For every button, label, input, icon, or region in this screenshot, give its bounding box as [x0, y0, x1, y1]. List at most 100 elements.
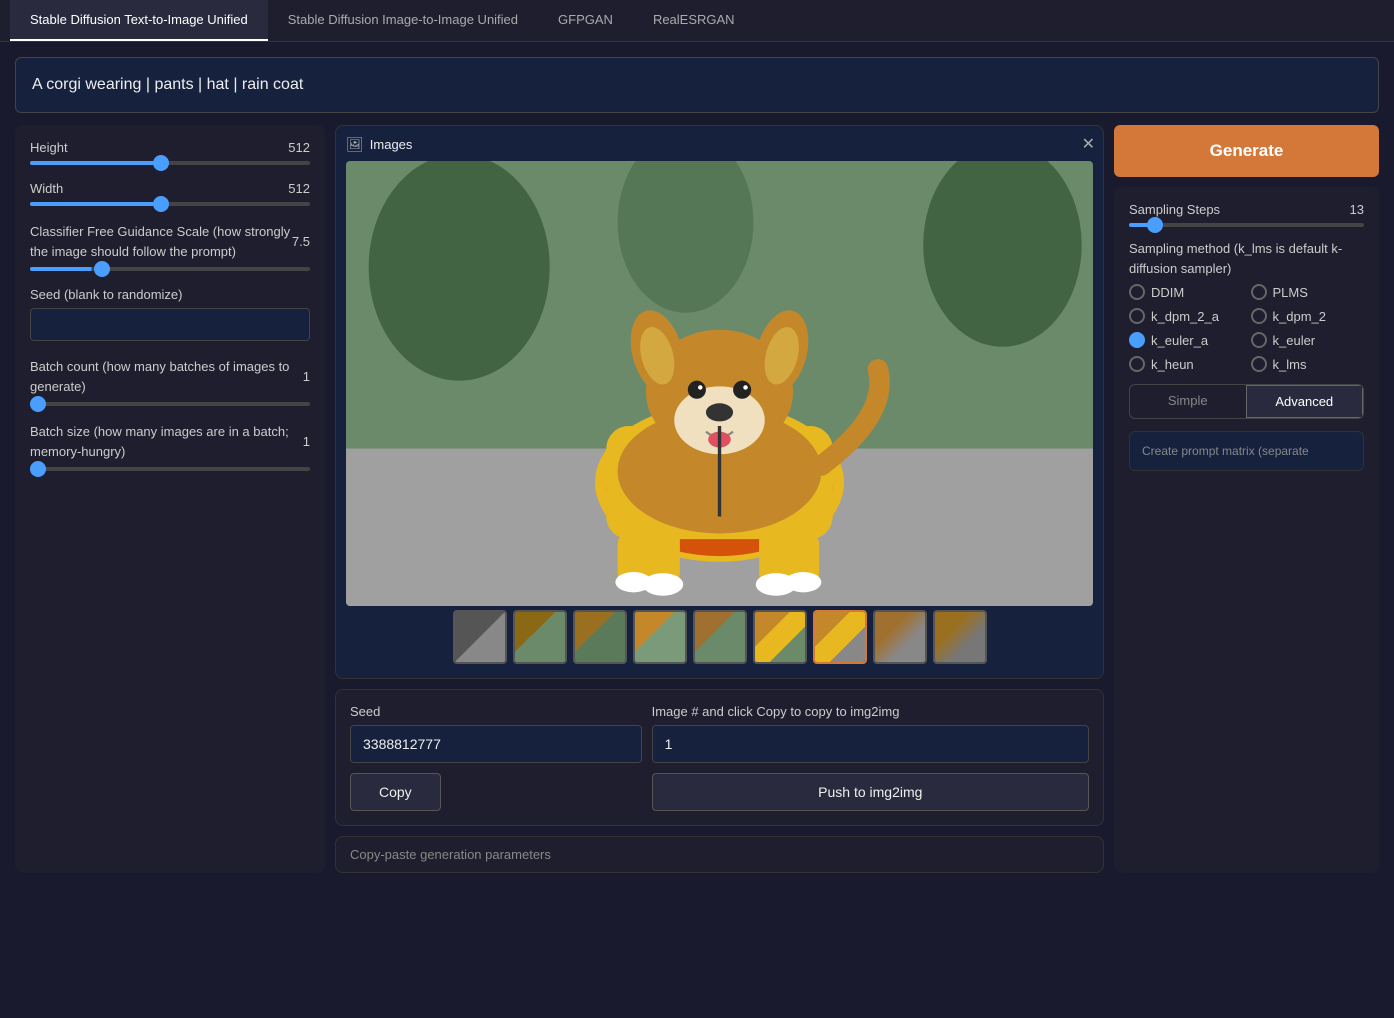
push-img2img-button[interactable]: Push to img2img	[652, 773, 1089, 811]
batch-count-header: Batch count (how many batches of images …	[30, 357, 310, 396]
tab-gfpgan[interactable]: GFPGAN	[538, 0, 633, 41]
create-prompt-text: Create prompt matrix (separate	[1142, 444, 1309, 458]
thumbnail-9[interactable]	[933, 610, 987, 664]
seed-value-input[interactable]	[350, 725, 642, 763]
radio-keuler-label: k_euler	[1273, 333, 1316, 348]
copy-paste-params: Copy-paste generation parameters	[335, 836, 1104, 873]
radio-kdpm2-circle	[1251, 308, 1267, 324]
img2img-section: Image # and click Copy to copy to img2im…	[652, 704, 1089, 811]
image-icon: 🖼	[346, 136, 364, 153]
sampling-steps-value: 13	[1350, 202, 1364, 217]
tab-realesrgan[interactable]: RealESRGAN	[633, 0, 755, 41]
batch-size-label: Batch size (how many images are in a bat…	[30, 422, 303, 461]
sampling-steps-label: Sampling Steps	[1129, 202, 1220, 217]
images-tab-label: Images	[370, 137, 413, 152]
sampling-steps-control: Sampling Steps 13	[1129, 202, 1364, 227]
push-btn-row: Push to img2img	[652, 773, 1089, 811]
radio-klms-label: k_lms	[1273, 357, 1307, 372]
thumbnail-7[interactable]	[813, 610, 867, 664]
radio-kheun[interactable]: k_heun	[1129, 356, 1243, 372]
main-image	[346, 161, 1093, 606]
simple-advanced-tabs: Simple Advanced	[1129, 384, 1364, 419]
width-slider[interactable]	[30, 202, 310, 206]
cfg-header: Classifier Free Guidance Scale (how stro…	[30, 222, 310, 261]
batch-count-slider[interactable]	[30, 402, 310, 406]
seed-section-label: Seed	[350, 704, 642, 719]
generate-button[interactable]: Generate	[1114, 125, 1379, 177]
thumbnail-1[interactable]	[453, 610, 507, 664]
radio-kdpm2[interactable]: k_dpm_2	[1251, 308, 1365, 324]
radio-kdpm2-label: k_dpm_2	[1273, 309, 1326, 324]
radio-plms-label: PLMS	[1273, 285, 1308, 300]
thumbnail-4[interactable]	[633, 610, 687, 664]
thumbnail-3[interactable]	[573, 610, 627, 664]
radio-grid: DDIM PLMS k_dpm_2_a k_dpm_2	[1129, 284, 1364, 372]
corgi-svg	[346, 161, 1093, 606]
image-header: 🖼 Images	[346, 136, 1093, 153]
batch-count-control: Batch count (how many batches of images …	[30, 357, 310, 406]
radio-kdpm2a-circle	[1129, 308, 1145, 324]
thumbnail-5[interactable]	[693, 610, 747, 664]
thumbnails-row	[346, 606, 1093, 668]
sampling-steps-slider[interactable]	[1129, 223, 1364, 227]
seed-input[interactable]	[30, 308, 310, 341]
img2img-label: Image # and click Copy to copy to img2im…	[652, 704, 1089, 719]
advanced-tab[interactable]: Advanced	[1246, 385, 1364, 418]
simple-tab[interactable]: Simple	[1130, 385, 1246, 418]
radio-kdpm2a[interactable]: k_dpm_2_a	[1129, 308, 1243, 324]
left-panel: Height 512 Width 512 Classifier Free Gui…	[15, 125, 325, 873]
copy-button[interactable]: Copy	[350, 773, 441, 811]
right-settings: Sampling Steps 13 Sampling method (k_lms…	[1114, 187, 1379, 873]
batch-size-value: 1	[303, 434, 310, 449]
copy-paste-label: Copy-paste generation parameters	[350, 847, 551, 862]
tab-txt2img[interactable]: Stable Diffusion Text-to-Image Unified	[10, 0, 268, 41]
radio-keulera-label: k_euler_a	[1151, 333, 1208, 348]
radio-ddim-circle	[1129, 284, 1145, 300]
radio-keulera[interactable]: k_euler_a	[1129, 332, 1243, 348]
prompt-input[interactable]	[15, 57, 1379, 113]
cfg-label: Classifier Free Guidance Scale (how stro…	[30, 222, 292, 261]
width-label: Width	[30, 181, 63, 196]
tab-img2img[interactable]: Stable Diffusion Image-to-Image Unified	[268, 0, 538, 41]
height-slider[interactable]	[30, 161, 310, 165]
radio-ddim[interactable]: DDIM	[1129, 284, 1243, 300]
cfg-value: 7.5	[292, 234, 310, 249]
radio-kdpm2a-label: k_dpm_2_a	[1151, 309, 1219, 324]
lower-section: Height 512 Width 512 Classifier Free Gui…	[15, 125, 1379, 873]
radio-klms[interactable]: k_lms	[1251, 356, 1365, 372]
radio-kheun-label: k_heun	[1151, 357, 1194, 372]
batch-size-header: Batch size (how many images are in a bat…	[30, 422, 310, 461]
right-panel: Generate Sampling Steps 13 Sampling meth…	[1114, 125, 1379, 873]
btn-row: Copy	[350, 773, 642, 811]
thumbnail-6[interactable]	[753, 610, 807, 664]
seed-section: Seed Copy	[350, 704, 642, 811]
thumbnail-8[interactable]	[873, 610, 927, 664]
img2img-value-input[interactable]	[652, 725, 1089, 763]
seed-control: Seed (blank to randomize)	[30, 287, 310, 341]
cfg-slider[interactable]	[30, 267, 310, 271]
height-control: Height 512	[30, 140, 310, 165]
sampling-method-control: Sampling method (k_lms is default k-diff…	[1129, 239, 1364, 372]
batch-count-value: 1	[303, 369, 310, 384]
radio-keuler-circle	[1251, 332, 1267, 348]
radio-klms-circle	[1251, 356, 1267, 372]
sampling-method-title: Sampling method (k_lms is default k-diff…	[1129, 239, 1364, 278]
radio-plms[interactable]: PLMS	[1251, 284, 1365, 300]
height-header: Height 512	[30, 140, 310, 155]
cfg-scale-control: Classifier Free Guidance Scale (how stro…	[30, 222, 310, 271]
batch-size-slider[interactable]	[30, 467, 310, 471]
sampling-steps-header: Sampling Steps 13	[1129, 202, 1364, 217]
radio-kheun-circle	[1129, 356, 1145, 372]
tabs-bar: Stable Diffusion Text-to-Image Unified S…	[0, 0, 1394, 42]
seed-copy-row: Seed Copy Image # and click Copy to copy…	[335, 689, 1104, 826]
width-control: Width 512	[30, 181, 310, 206]
height-value: 512	[288, 140, 310, 155]
close-button[interactable]: ✕	[1082, 134, 1095, 154]
radio-keuler[interactable]: k_euler	[1251, 332, 1365, 348]
radio-plms-circle	[1251, 284, 1267, 300]
radio-ddim-label: DDIM	[1151, 285, 1184, 300]
center-panel: 🖼 Images ✕	[335, 125, 1104, 873]
width-header: Width 512	[30, 181, 310, 196]
thumbnail-2[interactable]	[513, 610, 567, 664]
image-container: 🖼 Images ✕	[335, 125, 1104, 679]
